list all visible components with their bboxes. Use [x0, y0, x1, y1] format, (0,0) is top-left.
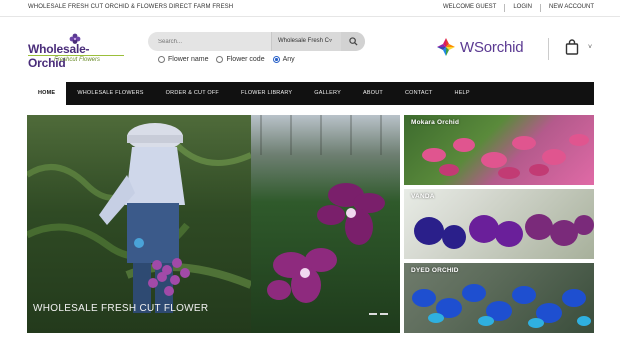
option-any[interactable]: Any — [272, 56, 295, 63]
search-input[interactable] — [158, 35, 268, 48]
option-label: Any — [282, 56, 295, 63]
divider — [540, 4, 541, 12]
hero-caption: WHOLESALE FRESH CUT FLOWER — [33, 303, 209, 314]
nav-help[interactable]: HELP — [444, 82, 481, 105]
tile-dyed-orchid[interactable]: DYED ORCHID — [404, 263, 594, 333]
tile-label: DYED ORCHID — [411, 267, 459, 274]
shopping-bag-icon — [565, 39, 579, 55]
option-label: Flower name — [168, 56, 209, 63]
logo-underline — [28, 55, 124, 56]
hero-image-farmer — [27, 115, 253, 333]
logo-name: Wholesale-Orchid — [28, 42, 90, 70]
hero-slider[interactable]: WHOLESALE FRESH CUT FLOWER — [27, 115, 400, 333]
tile-vanda[interactable]: VANDA — [404, 189, 594, 259]
top-bar: WHOLESALE FRESH CUT ORCHID & FLOWERS DIR… — [0, 0, 620, 17]
search-options: Flower name Flower code Any — [158, 56, 295, 63]
orchid-illustration — [260, 115, 385, 303]
logo-subtitle: Freshcut Flowers — [54, 57, 101, 63]
radio-flower-name[interactable] — [158, 56, 165, 63]
welcome-text: WELCOME GUEST — [442, 4, 497, 10]
cart-button[interactable] — [565, 39, 579, 60]
slider-dot[interactable] — [380, 313, 388, 315]
main-nav: HOME WHOLESALE FLOWERS ORDER & CUT OFF F… — [27, 82, 594, 105]
tile-label: Mokara Orchid — [411, 119, 460, 126]
slider-dot[interactable] — [369, 313, 377, 315]
search-icon — [348, 37, 358, 46]
radio-flower-code[interactable] — [216, 56, 224, 63]
radio-any[interactable] — [272, 56, 280, 63]
wsorchid-brand[interactable]: WSorchid — [436, 37, 524, 57]
login-link[interactable]: LOGIN — [513, 4, 532, 12]
search-bar: Wholesale Fresh C▿ — [148, 32, 365, 51]
chevron-down-icon[interactable]: ˅ — [588, 44, 592, 51]
nav-about[interactable]: ABOUT — [352, 82, 394, 105]
tagline: WHOLESALE FRESH CUT ORCHID & FLOWERS DIR… — [28, 4, 234, 10]
nav-order-cut-off[interactable]: ORDER & CUT OFF — [155, 82, 230, 105]
hero-image-orchid — [251, 115, 400, 333]
new-account-link[interactable]: NEW ACCOUNT — [549, 4, 594, 12]
header: Wholesale-Orchid Freshcut Flowers Wholes… — [0, 17, 620, 80]
header-divider — [548, 38, 549, 60]
site-logo[interactable]: Wholesale-Orchid Freshcut Flowers — [28, 33, 124, 70]
search-button[interactable] — [341, 32, 365, 51]
tile-label: VANDA — [411, 193, 435, 200]
nav-home[interactable]: HOME — [27, 82, 67, 105]
account-links: WELCOME GUEST LOGIN NEW ACCOUNT — [443, 4, 594, 12]
tile-mokara-orchid[interactable]: Mokara Orchid — [404, 115, 594, 185]
nav-gallery[interactable]: GALLERY — [303, 82, 352, 105]
nav-contact[interactable]: CONTACT — [394, 82, 444, 105]
search-scope-select[interactable]: Wholesale Fresh C▿ — [271, 32, 341, 51]
option-flower-name[interactable]: Flower name — [158, 56, 208, 63]
slider-indicators — [369, 313, 388, 315]
nav-wholesale-flowers[interactable]: WHOLESALE FLOWERS — [66, 82, 154, 105]
nav-flower-library[interactable]: FLOWER LIBRARY — [230, 82, 303, 105]
wsorchid-name: WSorchid — [460, 38, 524, 56]
farmer-illustration — [27, 123, 253, 313]
divider — [504, 4, 506, 12]
option-label: Flower code — [226, 56, 265, 63]
option-flower-code[interactable]: Flower code — [216, 56, 265, 63]
wsorchid-logo-icon — [437, 38, 455, 56]
